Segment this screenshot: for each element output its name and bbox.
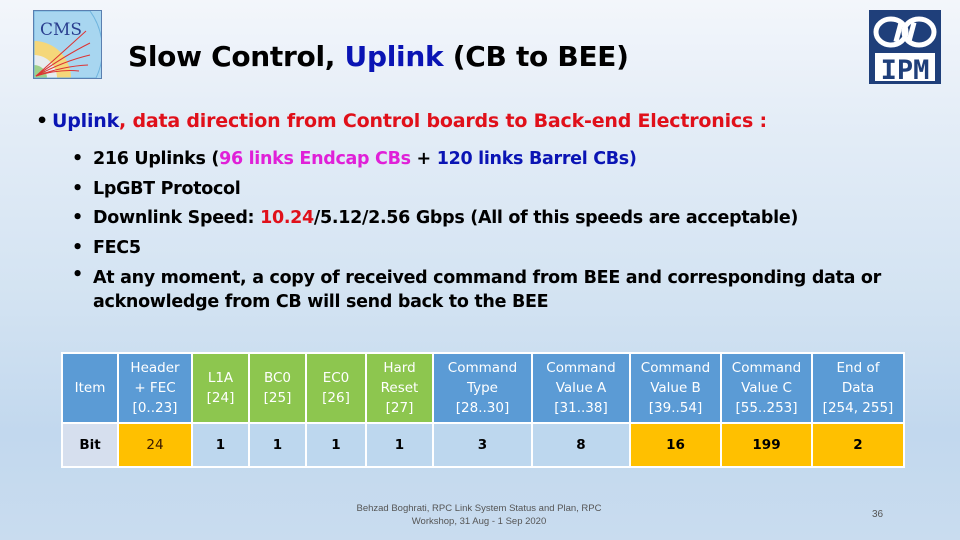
footer-line-1: Behzad Boghrati, RPC Link System Status … <box>356 503 602 514</box>
uplinks-count-text: 216 Uplinks ( <box>93 149 220 169</box>
value-cell-bit-label: Bit <box>61 422 119 468</box>
plus-text: + <box>410 149 437 169</box>
header-line: Command <box>731 360 802 376</box>
main-bullet-text: , data direction from Control boards to … <box>119 110 767 132</box>
main-bullet-uplink: Uplink <box>52 110 120 132</box>
value-cell-header-fec: 24 <box>117 422 193 468</box>
header-line: [25] <box>263 390 292 406</box>
header-line: L1A <box>207 370 234 386</box>
header-line: Value A <box>555 380 607 396</box>
header-line: [39..54] <box>648 400 703 416</box>
sub-bullet-fec: FEC5 <box>72 234 932 264</box>
header-line: Type <box>466 380 498 396</box>
value-cell-l1a: 1 <box>191 422 250 468</box>
sub-bullet-list: 216 Uplinks (96 links Endcap CBs + 120 l… <box>72 145 932 314</box>
table-value-row: Bit 24 1 1 1 1 3 8 16 199 2 <box>61 422 905 468</box>
header-line: Command <box>640 360 711 376</box>
main-bullet: • Uplink, data direction from Control boa… <box>36 110 767 132</box>
header-line: + FEC <box>134 380 176 396</box>
header-cell-end-of-data: End of Data [254, 255] <box>811 352 905 424</box>
header-line: [28..30] <box>455 400 510 416</box>
speed-highlight: 10.24 <box>260 208 314 228</box>
cms-logo: CMS <box>33 10 102 79</box>
value-cell-command-value-b: 16 <box>629 422 722 468</box>
sub-bullet-copy: At any moment, a copy of received comman… <box>72 263 932 314</box>
header-line: Data <box>841 380 875 396</box>
header-line: EC0 <box>322 370 350 386</box>
value-cell-command-type: 3 <box>432 422 533 468</box>
bullet-icon: • <box>36 110 48 132</box>
value-cell-end-of-data: 2 <box>811 422 905 468</box>
footer-line-2: Workshop, 31 Aug - 1 Sep 2020 <box>411 516 547 527</box>
header-line: Hard <box>383 360 416 376</box>
header-line: Value C <box>741 380 792 396</box>
speed-label: Downlink Speed: <box>93 208 261 228</box>
header-line: [27] <box>385 400 414 416</box>
header-cell-ec0: EC0 [26] <box>305 352 367 424</box>
header-cell-command-value-b: Command Value B [39..54] <box>629 352 722 424</box>
header-cell-item: Item <box>61 352 119 424</box>
header-line: Command <box>447 360 518 376</box>
speed-rest: /5.12/2.56 Gbps (All of this speeds are … <box>313 208 799 228</box>
barrel-links-text: 120 links Barrel CBs) <box>436 149 637 169</box>
ipm-logo-text: IPM <box>881 55 930 84</box>
header-line: [24] <box>206 390 235 406</box>
value-cell-command-value-a: 8 <box>531 422 631 468</box>
header-line: Command <box>546 360 616 376</box>
slide-title: Slow Control, Uplink (CB to BEE) <box>128 40 629 73</box>
header-cell-header-fec: Header + FEC [0..23] <box>117 352 193 424</box>
header-line: Value B <box>650 380 701 396</box>
cms-logo-icon: CMS <box>34 11 101 78</box>
header-line: BC0 <box>263 370 292 386</box>
slide-footer: Behzad Boghrati, RPC Link System Status … <box>330 502 628 528</box>
value-cell-bc0: 1 <box>248 422 307 468</box>
title-uplink: Uplink <box>344 40 444 73</box>
header-line: [31..38] <box>554 400 608 416</box>
header-cell-l1a: L1A [24] <box>191 352 250 424</box>
header-cell-hard-reset: Hard Reset [27] <box>365 352 434 424</box>
value-cell-hard-reset: 1 <box>365 422 434 468</box>
sub-bullet-uplinks: 216 Uplinks (96 links Endcap CBs + 120 l… <box>72 145 932 175</box>
sub-bullet-speed: Downlink Speed: 10.24/5.12/2.56 Gbps (Al… <box>72 204 932 234</box>
page-number: 36 <box>872 509 884 520</box>
header-line: Header <box>130 360 180 376</box>
header-line: [254, 255] <box>822 400 894 416</box>
header-line: [0..23] <box>132 400 178 416</box>
header-cell-command-value-c: Command Value C [55..253] <box>720 352 813 424</box>
header-cell-bc0: BC0 [25] <box>248 352 307 424</box>
title-part-1: Slow Control, <box>128 40 345 73</box>
value-cell-command-value-c: 199 <box>720 422 813 468</box>
header-cell-command-type: Command Type [28..30] <box>432 352 533 424</box>
header-line: Reset <box>380 380 419 396</box>
ipm-logo-icon: IPM <box>869 10 941 86</box>
sub-bullet-protocol: LpGBT Protocol <box>72 175 932 205</box>
value-cell-ec0: 1 <box>305 422 367 468</box>
endcap-links-text: 96 links Endcap CBs <box>219 149 411 169</box>
header-cell-command-value-a: Command Value A [31..38] <box>531 352 631 424</box>
header-line: [55..253] <box>735 400 798 416</box>
header-line: End of <box>836 360 880 376</box>
ipm-logo: IPM <box>869 10 941 86</box>
header-line: [26] <box>322 390 350 406</box>
header-line: Item <box>74 380 106 396</box>
bit-allocation-table: Item Header + FEC [0..23] L1A [24] BC0 [25] … <box>61 352 905 468</box>
cms-logo-text: CMS <box>40 20 82 40</box>
title-part-3: (CB to BEE) <box>443 40 629 73</box>
table-header-row: Item Header + FEC [0..23] L1A [24] BC0 [25] … <box>61 352 905 424</box>
